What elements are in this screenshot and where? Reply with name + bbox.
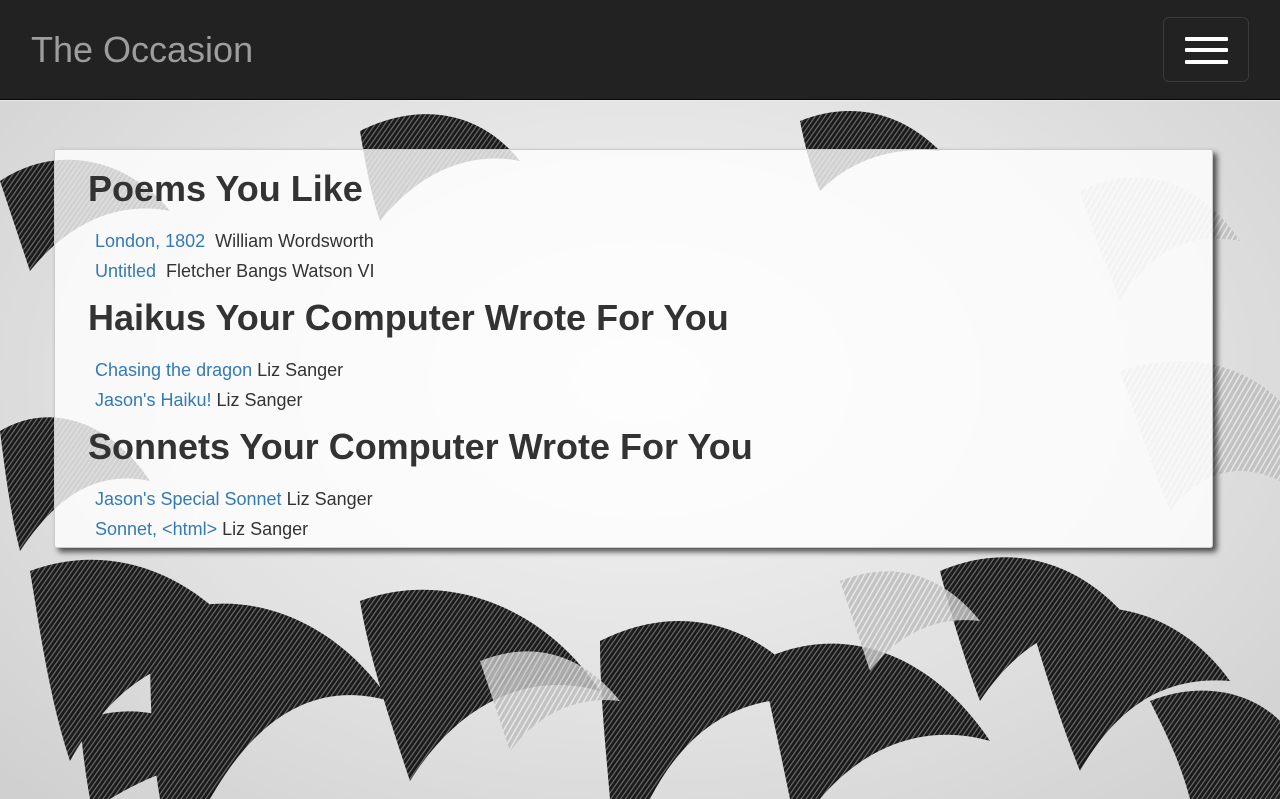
haiku-link[interactable]: Chasing the dragon [95,360,252,380]
section-title-haikus: Haikus Your Computer Wrote For You [88,297,729,338]
list-item: Jason's Haiku! Liz Sanger [95,389,303,411]
poem-link[interactable]: London, 1802 [95,231,205,251]
sonnet-link[interactable]: Jason's Special Sonnet [95,489,282,509]
poem-author: William Wordsworth [215,231,374,251]
list-item: Chasing the dragon Liz Sanger [95,359,343,381]
hamburger-menu-icon [1185,37,1228,41]
poems-panel: Poems You Like London, 1802 William Word… [54,149,1213,548]
sonnet-link[interactable]: Sonnet, <html> [95,519,217,539]
list-item: Untitled Fletcher Bangs Watson VI [95,260,374,282]
sonnet-author: Liz Sanger [286,489,373,509]
list-item: Jason's Special Sonnet Liz Sanger [95,488,373,510]
brand-link[interactable]: The Occasion [31,28,253,72]
section-title-sonnets: Sonnets Your Computer Wrote For You [88,426,753,467]
hamburger-menu-icon-bar [1185,48,1228,52]
top-navbar: The Occasion [0,0,1280,100]
haiku-author: Liz Sanger [257,360,344,380]
poem-link[interactable]: Untitled [95,261,156,281]
sonnet-author: Liz Sanger [222,519,309,539]
hamburger-menu-icon-bar [1185,60,1228,64]
list-item: Sonnet, <html> Liz Sanger [95,518,308,540]
haiku-author: Liz Sanger [216,390,303,410]
list-item: London, 1802 William Wordsworth [95,230,374,252]
section-title-poems: Poems You Like [88,168,363,209]
navbar-toggle-button[interactable] [1163,17,1249,82]
poem-author: Fletcher Bangs Watson VI [166,261,375,281]
haiku-link[interactable]: Jason's Haiku! [95,390,212,410]
